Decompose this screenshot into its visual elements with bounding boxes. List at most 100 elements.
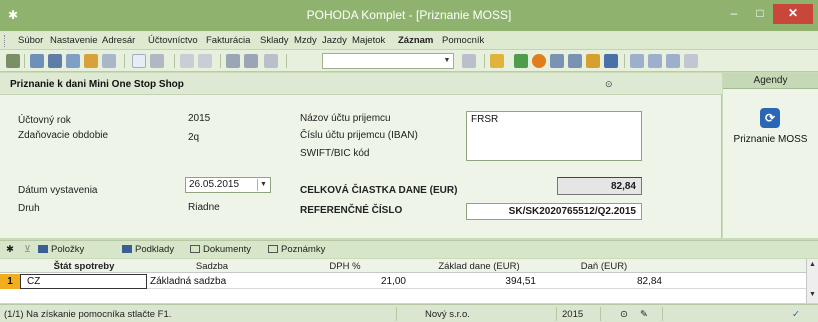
toolbar-icon[interactable] — [604, 54, 618, 68]
chevron-down-icon[interactable]: ▼ — [257, 179, 269, 191]
toolbar-icon[interactable] — [102, 54, 116, 68]
toolbar-icon[interactable] — [6, 54, 20, 68]
scroll-down-icon[interactable]: ▼ — [809, 291, 816, 298]
uctovny-rok-label: Účtovný rok — [18, 115, 71, 126]
new-record-icon[interactable] — [132, 54, 146, 68]
cell-dan[interactable]: 82,84 — [544, 276, 662, 287]
row-number[interactable]: 1 — [0, 274, 20, 289]
menu-nastavenie[interactable]: Nastavenie — [50, 35, 98, 46]
toolbar-separator — [24, 54, 25, 68]
folder-icon — [190, 245, 200, 253]
toolbar-separator — [220, 54, 221, 68]
menu-mzdy[interactable]: Mzdy — [294, 35, 317, 46]
uctovny-rok-value[interactable]: 2015 — [188, 113, 210, 124]
toolbar-icon[interactable] — [586, 54, 600, 68]
toolbar-icon[interactable] — [666, 54, 680, 68]
menu-majetok[interactable]: Majetok — [352, 35, 385, 46]
tab-poznamky-label: Poznámky — [281, 244, 326, 255]
column-header-stat[interactable]: Štát spotreby — [20, 261, 148, 272]
menu-subor[interactable]: Súbor — [18, 35, 43, 46]
column-header-dan[interactable]: Daň (EUR) — [544, 261, 664, 272]
forward-icon[interactable] — [198, 54, 212, 68]
help-icon[interactable]: ⊙ — [605, 79, 615, 89]
status-help-icon[interactable]: ⊙ — [620, 309, 628, 320]
obdobie-label: Zdaňovacie obdobie — [18, 130, 109, 141]
moss-icon[interactable]: ⟳ — [760, 108, 780, 128]
status-hint: (1/1) Na získanie pomocníka stlačte F1. — [4, 309, 172, 320]
note-icon — [268, 245, 278, 253]
pin-icon[interactable]: ✱ — [6, 244, 14, 255]
chevron-down-icon[interactable]: ▼ — [441, 54, 453, 68]
folder-icon[interactable] — [490, 54, 504, 68]
vertical-scrollbar[interactable]: ▲ ▼ — [806, 259, 818, 303]
copy-icon[interactable] — [264, 54, 278, 68]
menu-pomocnik[interactable]: Pomocník — [442, 35, 484, 46]
minimize-button[interactable]: – — [722, 4, 746, 24]
form-panel: Priznanie k dani Mini One Stop Shop ⊙ Úč… — [0, 73, 722, 238]
status-separator — [662, 307, 663, 321]
settings-icon[interactable] — [684, 54, 698, 68]
recipient-value: FRSR — [471, 114, 499, 125]
status-company: Nový s.r.o. — [425, 309, 470, 320]
druh-value[interactable]: Riadne — [188, 202, 220, 213]
close-button[interactable]: ✕ — [773, 4, 813, 24]
save-icon[interactable] — [226, 54, 240, 68]
toolbar-icon[interactable] — [532, 54, 546, 68]
toolbar-icon[interactable] — [84, 54, 98, 68]
agendy-header[interactable]: Agendy — [723, 73, 818, 89]
back-icon[interactable] — [180, 54, 194, 68]
obdobie-value[interactable]: 2q — [188, 132, 199, 143]
detail-tabs: ✱ ⊻ Položky Podklady Dokumenty Poznámky — [0, 240, 818, 258]
recipient-field[interactable]: FRSR — [466, 111, 642, 161]
cell-zaklad[interactable]: 394,51 — [414, 276, 536, 287]
menu-uctovnictvo[interactable]: Účtovníctvo — [148, 35, 198, 46]
print-icon[interactable] — [48, 54, 62, 68]
toolbar-icon[interactable] — [648, 54, 662, 68]
druh-label: Druh — [18, 203, 40, 214]
filter-icon[interactable]: ⊻ — [24, 244, 31, 255]
menu-adresar[interactable]: Adresár — [102, 35, 135, 46]
scroll-up-icon[interactable]: ▲ — [809, 261, 816, 268]
status-separator — [556, 307, 557, 321]
tab-polozky-label: Položky — [51, 244, 85, 255]
tab-dokumenty[interactable]: Dokumenty — [190, 244, 251, 255]
cell-stat[interactable]: CZ — [20, 274, 147, 289]
tab-poznamky[interactable]: Poznámky — [268, 244, 325, 255]
cell-sadzba[interactable]: Základná sadzba — [150, 276, 226, 287]
datum-value: 26.05.2015 — [189, 179, 240, 190]
agendy-item-priznanie-moss[interactable]: Priznanie MOSS — [723, 134, 818, 145]
toolbar-icon[interactable] — [630, 54, 644, 68]
nazov-uctu-label: Názov účtu prijemcu — [300, 113, 391, 124]
tab-podklady[interactable]: Podklady — [122, 244, 174, 255]
column-header-sadzba[interactable]: Sadzba — [148, 261, 276, 272]
menu-sklady[interactable]: Sklady — [260, 35, 289, 46]
maximize-button[interactable]: □ — [748, 4, 772, 24]
referencne-cislo-field[interactable]: SK/SK2020765512/Q2.2015 — [466, 203, 642, 220]
toolbar-icon[interactable] — [514, 54, 528, 68]
list-icon — [122, 245, 132, 253]
toolbar-combobox[interactable]: ▼ — [322, 53, 454, 69]
swift-label: SWIFT/BIC kód — [300, 148, 370, 159]
toolbar: ▼ — [0, 50, 818, 72]
edit-icon[interactable] — [150, 54, 164, 68]
save-all-icon[interactable] — [244, 54, 258, 68]
menu-fakturacia[interactable]: Fakturácia — [206, 35, 250, 46]
form-title: Priznanie k dani Mini One Stop Shop — [10, 79, 184, 90]
items-table: Štát spotreby Sadzba DPH % Základ dane (… — [0, 259, 806, 303]
cell-stat-value: CZ — [27, 276, 41, 287]
preview-icon[interactable] — [66, 54, 80, 68]
date-picker[interactable]: 26.05.2015 ▼ — [185, 177, 271, 193]
toolbar-icon[interactable] — [568, 54, 582, 68]
cell-dph[interactable]: 21,00 — [276, 276, 406, 287]
toolbar-icon[interactable] — [550, 54, 564, 68]
column-header-dph[interactable]: DPH % — [276, 261, 414, 272]
window-title: POHODA Komplet - [Priznanie MOSS] — [306, 8, 512, 22]
column-header-zaklad[interactable]: Základ dane (EUR) — [414, 261, 544, 272]
toolbar-icon[interactable] — [30, 54, 44, 68]
menu-zaznam[interactable]: Záznam — [398, 35, 433, 46]
tab-polozky[interactable]: Položky — [38, 244, 84, 255]
edit-pen-icon[interactable]: ✎ — [640, 309, 648, 320]
filter-icon[interactable] — [462, 54, 476, 68]
status-ok-icon: ✓ — [792, 309, 800, 320]
menu-jazdy[interactable]: Jazdy — [322, 35, 347, 46]
